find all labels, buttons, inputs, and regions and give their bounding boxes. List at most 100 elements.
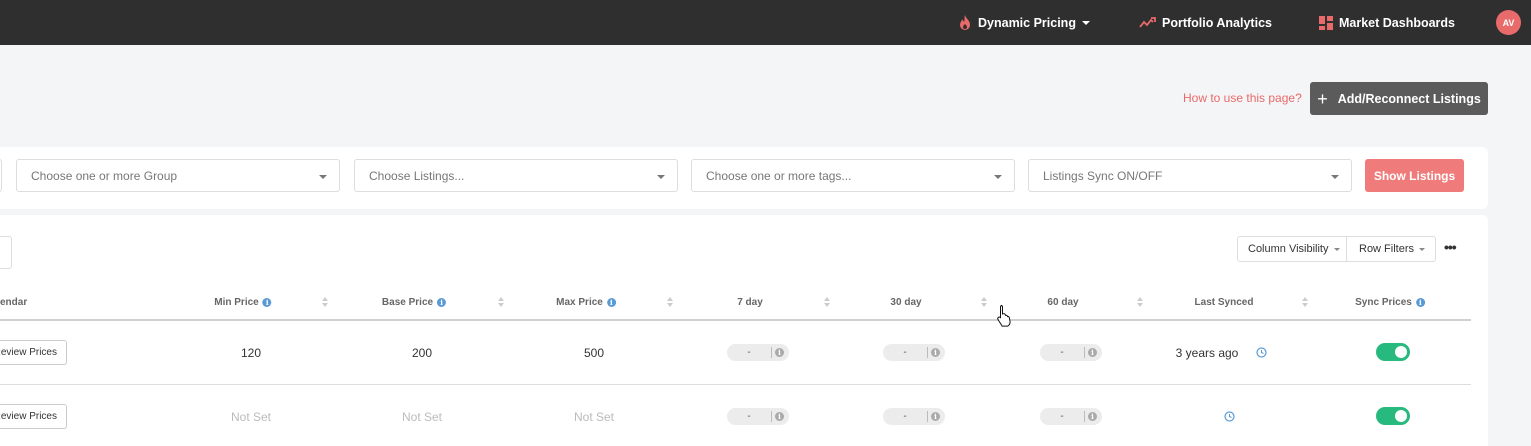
- info-icon[interactable]: i: [606, 298, 616, 307]
- row-divider: [0, 384, 1471, 385]
- col-header-last-synced-label: Last Synced: [1194, 297, 1254, 308]
- sync-prices-toggle[interactable]: [1376, 343, 1410, 361]
- avatar[interactable]: AV: [1496, 10, 1521, 35]
- column-visibility-button[interactable]: Column Visibility: [1237, 236, 1347, 262]
- col-header-base-price[interactable]: Base Price i: [381, 297, 447, 308]
- column-visibility-label: Column Visibility: [1248, 243, 1329, 255]
- flame-icon: [960, 14, 970, 30]
- info-icon[interactable]: i: [931, 412, 940, 421]
- col-header-max-price-label: Max Price: [556, 297, 603, 308]
- trend-icon: [1139, 16, 1156, 28]
- sort-icon[interactable]: [667, 297, 674, 308]
- info-icon[interactable]: i: [437, 298, 447, 307]
- pill-value: -: [747, 411, 751, 422]
- base-price-cell: Not Set: [401, 410, 443, 424]
- nav-market-dashboards[interactable]: Market Dashboards: [1319, 0, 1455, 45]
- 30day-occupancy-pill[interactable]: -i: [883, 408, 945, 425]
- sort-icon[interactable]: [1302, 297, 1309, 308]
- 60day-occupancy-pill[interactable]: -i: [1040, 408, 1102, 425]
- info-icon[interactable]: i: [775, 348, 784, 357]
- add-reconnect-label: Add/Reconnect Listings: [1337, 91, 1481, 106]
- min-price-cell: 120: [240, 346, 262, 360]
- partial-filter-select[interactable]: [0, 159, 2, 192]
- how-to-use-link[interactable]: How to use this page?: [1183, 91, 1302, 105]
- col-header-60day[interactable]: 60 day: [1047, 297, 1078, 308]
- add-reconnect-listings-button[interactable]: + Add/Reconnect Listings: [1310, 82, 1488, 115]
- col-header-30day[interactable]: 30 day: [890, 297, 921, 308]
- col-header-calendar-label: endar: [0, 297, 28, 308]
- sync-prices-toggle[interactable]: [1376, 407, 1410, 425]
- col-header-calendar[interactable]: endar: [0, 297, 27, 308]
- col-header-60day-label: 60 day: [1047, 297, 1079, 308]
- plus-icon: +: [1317, 88, 1328, 109]
- tags-select-placeholder: Choose one or more tags...: [706, 168, 852, 183]
- chevron-down-icon: [1081, 20, 1090, 25]
- row-filters-button[interactable]: Row Filters: [1346, 236, 1436, 262]
- nav-portfolio-analytics-label: Portfolio Analytics: [1162, 15, 1272, 30]
- nav-portfolio-analytics[interactable]: Portfolio Analytics: [1139, 0, 1272, 45]
- col-header-sync-prices[interactable]: Sync Prices i: [1355, 297, 1425, 308]
- sort-icon[interactable]: [498, 297, 505, 308]
- listings-select[interactable]: Choose Listings...: [354, 159, 678, 192]
- base-price-cell: 200: [411, 346, 433, 360]
- info-icon[interactable]: i: [1088, 348, 1097, 357]
- chevron-down-icon: [1331, 175, 1339, 179]
- pill-value: -: [1060, 347, 1064, 358]
- review-prices-button[interactable]: Review Prices: [0, 340, 67, 365]
- 30day-occupancy-pill[interactable]: -i: [883, 344, 945, 361]
- 7day-occupancy-pill[interactable]: -i: [727, 344, 789, 361]
- pill-value: -: [1060, 411, 1064, 422]
- dashboard-icon: [1319, 15, 1333, 30]
- col-header-base-price-label: Base Price: [381, 297, 434, 308]
- sort-icon[interactable]: [1137, 297, 1144, 308]
- col-header-last-synced[interactable]: Last Synced: [1195, 297, 1254, 308]
- chevron-down-icon: [1419, 247, 1426, 251]
- pill-value: -: [903, 411, 907, 422]
- sync-select-placeholder: Listings Sync ON/OFF: [1043, 168, 1163, 183]
- nav-market-dashboards-label: Market Dashboards: [1339, 15, 1456, 30]
- more-icon[interactable]: •••: [1444, 240, 1460, 256]
- clock-icon[interactable]: [1256, 347, 1267, 358]
- col-header-min-price[interactable]: Min Price i: [214, 297, 272, 308]
- max-price-cell: Not Set: [573, 410, 615, 424]
- col-header-30day-label: 30 day: [890, 297, 922, 308]
- info-icon[interactable]: i: [931, 348, 940, 357]
- info-icon[interactable]: i: [775, 412, 784, 421]
- 7day-occupancy-pill[interactable]: -i: [727, 408, 789, 425]
- sort-icon[interactable]: [322, 297, 329, 308]
- 60day-occupancy-pill[interactable]: -i: [1040, 344, 1102, 361]
- listings-select-placeholder: Choose Listings...: [369, 168, 465, 183]
- header-divider: [0, 319, 1471, 321]
- hand-cursor-icon: [997, 305, 1011, 327]
- show-listings-button[interactable]: Show Listings: [1365, 159, 1464, 192]
- sync-select[interactable]: Listings Sync ON/OFF: [1028, 159, 1352, 192]
- col-header-max-price[interactable]: Max Price i: [556, 297, 616, 308]
- info-icon[interactable]: i: [262, 298, 272, 307]
- chevron-down-icon: [319, 175, 327, 179]
- group-select[interactable]: Choose one or more Group: [16, 159, 340, 192]
- info-icon[interactable]: i: [1088, 412, 1097, 421]
- top-navbar: Dynamic Pricing Portfolio Analytics Mark…: [0, 0, 1531, 45]
- col-header-min-price-label: Min Price: [214, 297, 259, 308]
- chevron-down-icon: [1333, 247, 1340, 251]
- nav-dynamic-pricing-label: Dynamic Pricing: [978, 15, 1076, 30]
- sort-icon[interactable]: [981, 297, 988, 308]
- col-header-7day[interactable]: 7 day: [737, 297, 763, 308]
- pill-value: -: [903, 347, 907, 358]
- col-header-sync-prices-label: Sync Prices: [1355, 297, 1412, 308]
- chevron-down-icon: [994, 175, 1002, 179]
- last-synced-cell: 3 years ago: [1175, 346, 1239, 360]
- clock-icon[interactable]: [1224, 411, 1235, 422]
- partial-toolbar-button[interactable]: [0, 236, 12, 269]
- sort-icon[interactable]: [824, 297, 831, 308]
- review-prices-button[interactable]: Review Prices: [0, 404, 67, 429]
- tags-select[interactable]: Choose one or more tags...: [691, 159, 1015, 192]
- chevron-down-icon: [657, 175, 665, 179]
- row-filters-label: Row Filters: [1359, 243, 1415, 255]
- pill-value: -: [747, 347, 751, 358]
- info-icon[interactable]: i: [1415, 298, 1425, 307]
- min-price-cell: Not Set: [230, 410, 272, 424]
- nav-dynamic-pricing[interactable]: Dynamic Pricing: [958, 0, 1090, 45]
- col-header-7day-label: 7 day: [737, 297, 763, 308]
- max-price-cell: 500: [583, 346, 605, 360]
